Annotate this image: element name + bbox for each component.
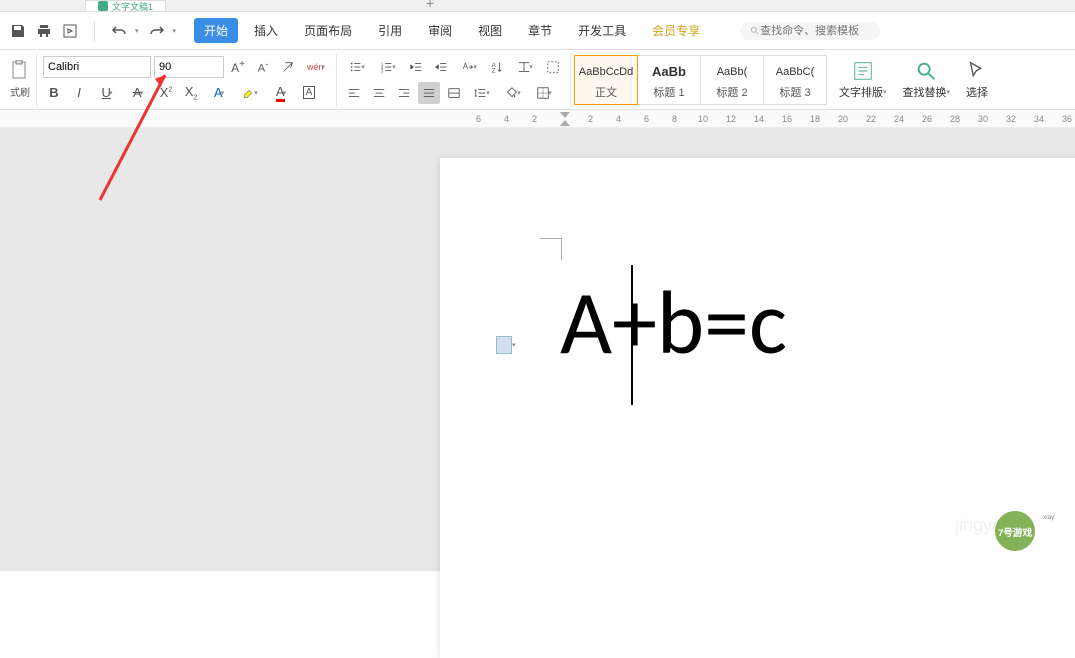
align-center-button[interactable]	[368, 82, 390, 104]
document-page[interactable]: A+b=c	[440, 158, 1075, 658]
find-replace-button[interactable]: 查找替换▾	[895, 55, 959, 105]
tab-title: 文字文稿1	[112, 0, 153, 13]
save-icon[interactable]	[10, 23, 26, 39]
text-cursor	[631, 265, 633, 405]
tab-view[interactable]: 视图	[468, 18, 512, 43]
clipboard-group: 式刷	[4, 53, 37, 107]
distribute-button[interactable]	[443, 82, 465, 104]
text-layout-icon	[852, 60, 874, 82]
select-icon	[966, 60, 988, 82]
horizontal-ruler[interactable]: 6 4 2 2 4 6 8 10 12 14 16 18 20 22 24 26…	[0, 110, 1075, 128]
svg-text:A: A	[463, 61, 469, 70]
print-icon[interactable]	[36, 23, 52, 39]
new-tab-button[interactable]: +	[426, 0, 434, 11]
qat-more[interactable]: ▾	[173, 27, 177, 35]
ribbon: 式刷 A+ A- wén▾ B I U▾ A▾ X2 X2 A▾ ▾ A▾ A …	[0, 50, 1075, 110]
font-name-select[interactable]	[43, 56, 151, 78]
toolbar-row: ▾ ▾ 开始 插入 页面布局 引用 审阅 视图 章节 开发工具 会员专享	[0, 12, 1075, 50]
separator	[94, 21, 95, 41]
tab-review[interactable]: 审阅	[418, 18, 462, 43]
tab-bar: 文字文稿1 +	[0, 0, 1075, 12]
font-color-button[interactable]: A▾	[267, 82, 295, 104]
watermark-logo: 7号游戏 xiayx.com	[975, 506, 1055, 556]
tab-chapter[interactable]: 章节	[518, 18, 562, 43]
superscript-button[interactable]: X2	[155, 82, 177, 104]
tab-member[interactable]: 会员专享	[642, 18, 710, 43]
text-effects-button[interactable]: A▾	[205, 82, 233, 104]
find-icon	[915, 60, 937, 82]
paste-options-button[interactable]: ▾	[496, 336, 516, 354]
format-painter-label[interactable]: 式刷	[10, 84, 30, 99]
doc-icon	[98, 1, 108, 11]
select-button[interactable]: 选择	[958, 55, 996, 105]
char-border-button[interactable]: A	[298, 82, 320, 104]
increase-font-button[interactable]: A+	[227, 56, 249, 78]
svg-text:Z: Z	[492, 67, 496, 74]
document-tab[interactable]: 文字文稿1	[85, 0, 166, 11]
redo-icon[interactable]	[149, 23, 165, 39]
increase-indent-button[interactable]	[430, 56, 452, 78]
decrease-font-button[interactable]: A-	[252, 56, 274, 78]
shading-button[interactable]: ▾	[499, 82, 527, 104]
align-right-button[interactable]	[393, 82, 415, 104]
borders-button[interactable]: ▾	[530, 82, 558, 104]
paragraph-group: ▾ 123▾ A▾ AZ ▾ ▾ ▾ ▾	[337, 53, 571, 107]
align-justify-button[interactable]	[418, 82, 440, 104]
preview-icon[interactable]	[62, 23, 78, 39]
document-text[interactable]: A+b=c	[440, 158, 1075, 378]
paste-options-icon	[496, 336, 512, 354]
style-heading1[interactable]: AaBb 标题 1	[637, 55, 701, 105]
style-gallery: AaBbCcDd 正文 AaBb 标题 1 AaBb( 标题 2 AaBbC( …	[571, 55, 831, 105]
line-spacing-button[interactable]: ▾	[468, 82, 496, 104]
font-group: A+ A- wén▾ B I U▾ A▾ X2 X2 A▾ ▾ A▾ A	[37, 53, 337, 107]
ltr-button[interactable]: A▾	[455, 56, 483, 78]
underline-button[interactable]: U▾	[93, 82, 121, 104]
menu-tabs: 开始 插入 页面布局 引用 审阅 视图 章节 开发工具 会员专享	[194, 18, 710, 43]
bullet-list-button[interactable]: ▾	[343, 56, 371, 78]
undo-dropdown[interactable]: ▾	[135, 27, 139, 35]
number-list-button[interactable]: 123▾	[374, 56, 402, 78]
indent-marker[interactable]	[560, 112, 570, 126]
line-spacing-alt-button[interactable]: ▾	[511, 56, 539, 78]
tab-layout[interactable]: 页面布局	[294, 18, 362, 43]
style-heading3[interactable]: AaBbC( 标题 3	[763, 55, 827, 105]
style-normal[interactable]: AaBbCcDd 正文	[574, 55, 638, 105]
align-left-button[interactable]	[343, 82, 365, 104]
decrease-indent-button[interactable]	[405, 56, 427, 78]
sort-button[interactable]: AZ	[486, 56, 508, 78]
strikethrough-button[interactable]: A▾	[124, 82, 152, 104]
italic-button[interactable]: I	[68, 82, 90, 104]
tab-devtools[interactable]: 开发工具	[568, 18, 636, 43]
undo-icon[interactable]	[111, 23, 127, 39]
svg-text:xiayx.com: xiayx.com	[1043, 514, 1055, 521]
tab-reference[interactable]: 引用	[368, 18, 412, 43]
font-size-select[interactable]	[154, 56, 224, 78]
subscript-button[interactable]: X2	[180, 82, 202, 104]
highlight-button[interactable]: ▾	[236, 82, 264, 104]
bold-button[interactable]: B	[43, 82, 65, 104]
search-icon	[750, 25, 760, 37]
style-heading2[interactable]: AaBb( 标题 2	[700, 55, 764, 105]
paste-icon[interactable]	[10, 60, 28, 80]
quick-access-toolbar: ▾ ▾	[4, 21, 182, 41]
clear-format-button[interactable]	[277, 56, 299, 78]
tab-start[interactable]: 开始	[194, 18, 238, 43]
show-marks-button[interactable]	[542, 56, 564, 78]
search-box[interactable]	[740, 22, 880, 40]
phonetic-button[interactable]: wén▾	[302, 56, 330, 78]
search-input[interactable]	[760, 25, 870, 37]
svg-text:7号游戏: 7号游戏	[998, 527, 1033, 539]
text-layout-button[interactable]: 文字排版▾	[831, 55, 895, 105]
tab-insert[interactable]: 插入	[244, 18, 288, 43]
workspace: A+b=c ▾	[0, 128, 1075, 571]
svg-text:3: 3	[381, 68, 384, 73]
